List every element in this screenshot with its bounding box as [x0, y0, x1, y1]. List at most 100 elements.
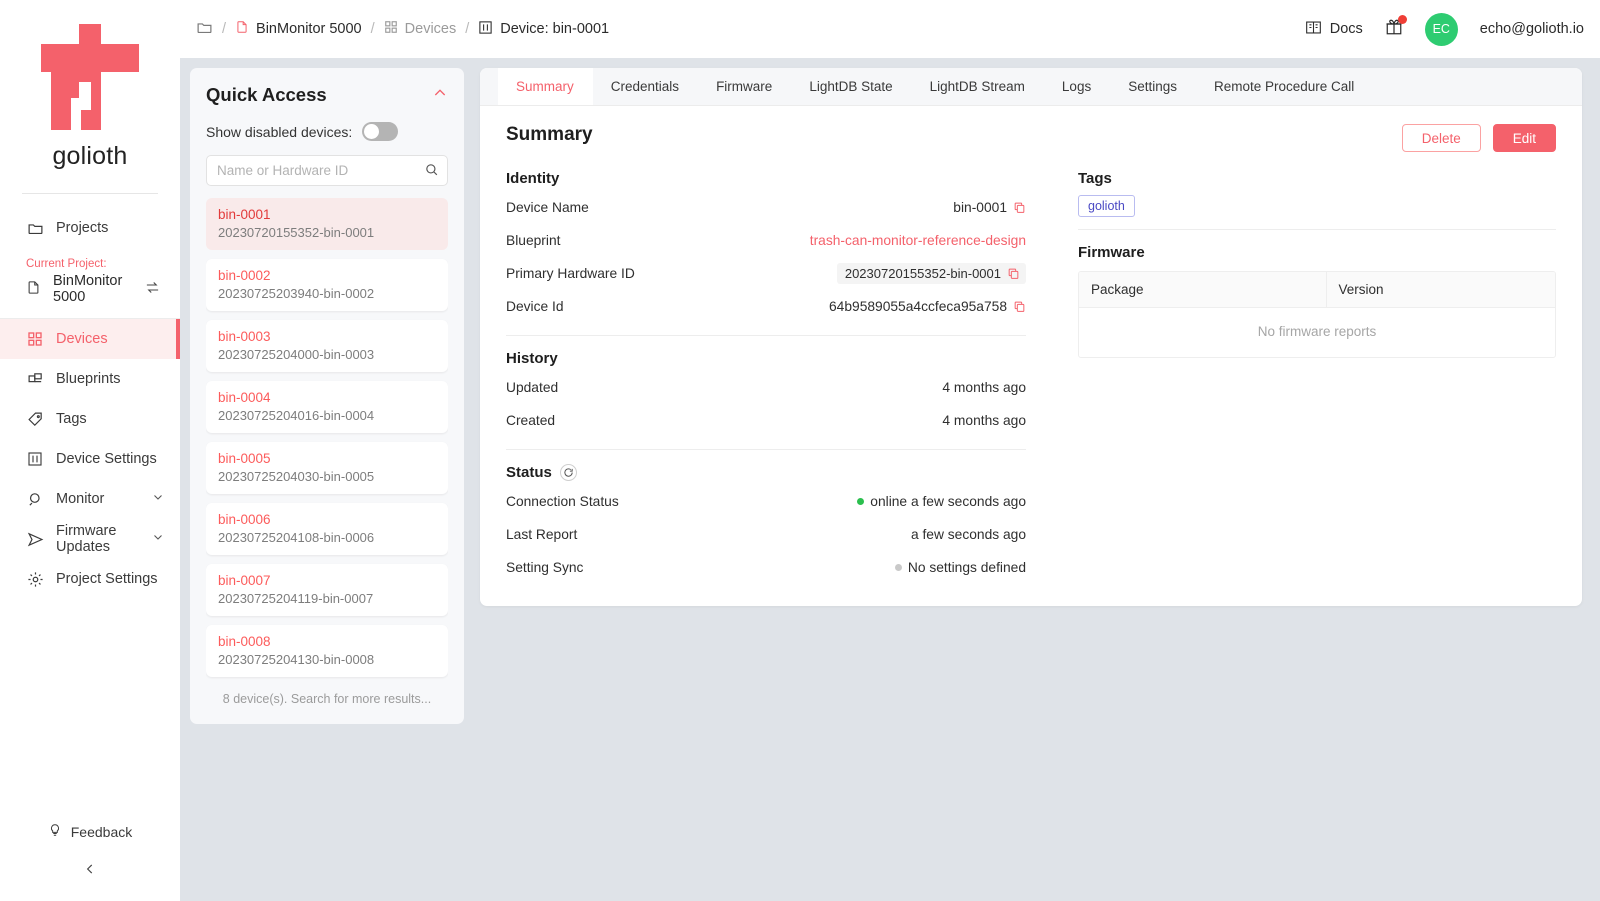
device-card[interactable]: bin-0005 20230725204030-bin-0005 — [206, 442, 448, 494]
swap-project-icon[interactable] — [145, 280, 160, 299]
current-project-row[interactable]: BinMonitor 5000 — [0, 272, 180, 306]
refresh-status-button[interactable] — [559, 464, 577, 481]
device-card-hardware-id: 20230725204016-bin-0004 — [218, 408, 375, 423]
device-icon — [478, 20, 493, 39]
device-name-value: bin-0001 — [953, 200, 1007, 215]
setting-sync-value-wrap: No settings defined — [894, 560, 1026, 575]
device-card-name: bin-0001 — [218, 207, 271, 222]
tag-icon — [26, 410, 44, 428]
tab-strip: Summary Credentials Firmware LightDB State L… — [480, 68, 1582, 106]
device-id-value: 64b9589055a4ccfeca95a758 — [829, 299, 1007, 314]
grid-icon — [384, 20, 398, 38]
book-icon — [1305, 20, 1322, 39]
current-project-label: Current Project: — [26, 258, 107, 270]
avatar[interactable]: EC — [1424, 12, 1458, 46]
search-icon[interactable] — [424, 162, 439, 182]
tag-badge[interactable]: golioth — [1078, 195, 1135, 217]
sidebar-item-project-settings[interactable]: Project Settings — [0, 559, 180, 599]
sidebar-item-firmware-updates[interactable]: Firmware Updates — [0, 519, 180, 559]
hardware-id-value: 20230720155352-bin-0001 — [844, 266, 1001, 281]
sidebar-item-device-settings[interactable]: Device Settings — [0, 439, 180, 479]
feedback-button[interactable]: Feedback — [0, 822, 180, 841]
summary-columns: Identity Device Name bin-0001 Blueprint … — [506, 170, 1556, 584]
search-input[interactable] — [206, 155, 448, 186]
hardware-id-value-wrap: 20230720155352-bin-0001 — [836, 263, 1026, 284]
device-card[interactable]: bin-0004 20230725204016-bin-0004 — [206, 381, 448, 433]
device-card[interactable]: bin-0003 20230725204000-bin-0003 — [206, 320, 448, 372]
edit-button[interactable]: Edit — [1492, 124, 1556, 152]
quick-access-panel: Quick Access Show disabled devices: Name… — [190, 68, 464, 724]
tab-firmware[interactable]: Firmware — [698, 68, 791, 105]
sidebar-item-label: Project Settings — [56, 571, 158, 587]
device-card-hardware-id: 20230725204119-bin-0007 — [218, 591, 374, 606]
quick-access-title: Quick Access — [206, 84, 327, 105]
breadcrumb-project[interactable]: BinMonitor 5000 — [235, 19, 362, 39]
document-icon — [235, 19, 249, 39]
copy-icon[interactable] — [1013, 201, 1026, 214]
tab-lightdb-state[interactable]: LightDB State — [791, 68, 911, 105]
tab-credentials[interactable]: Credentials — [593, 68, 698, 105]
tab-logs[interactable]: Logs — [1044, 68, 1110, 105]
sidebar-item-projects[interactable]: Projects — [0, 208, 180, 248]
device-card-hardware-id: 20230725204108-bin-0006 — [218, 530, 375, 545]
blueprint-link[interactable]: trash-can-monitor-reference-design — [810, 233, 1026, 248]
copy-icon[interactable] — [1007, 267, 1020, 280]
breadcrumb-devices[interactable]: Devices — [384, 20, 457, 38]
grid-icon — [26, 330, 44, 348]
current-project-name: BinMonitor 5000 — [53, 273, 123, 305]
history-heading: History — [506, 350, 558, 367]
tab-lightdb-stream[interactable]: LightDB Stream — [912, 68, 1044, 105]
delete-button[interactable]: Delete — [1401, 124, 1481, 152]
gift-button[interactable] — [1385, 14, 1407, 41]
device-card[interactable]: bin-0002 20230725203940-bin-0002 — [206, 259, 448, 311]
tab-summary[interactable]: Summary — [498, 68, 593, 105]
sidebar-item-tags[interactable]: Tags — [0, 399, 180, 439]
summary-left-column: Identity Device Name bin-0001 Blueprint … — [506, 170, 1052, 584]
updated-label: Updated — [506, 380, 559, 395]
gear-icon — [26, 570, 44, 588]
content-region: Quick Access Show disabled devices: Name… — [180, 58, 1600, 901]
summary-header: Summary Delete Edit — [506, 124, 1556, 152]
main-area: / BinMonitor 5000 / Devices / Device: bi… — [180, 0, 1600, 901]
docs-link[interactable]: Docs — [1305, 20, 1363, 39]
device-name-label: Device Name — [506, 200, 589, 215]
device-card[interactable]: bin-0001 20230720155352-bin-0001 — [206, 198, 448, 250]
brand-logo[interactable]: golioth — [0, 0, 180, 194]
sidebar-collapse-button[interactable] — [0, 862, 180, 881]
blueprint-value-wrap: trash-can-monitor-reference-design — [810, 233, 1026, 248]
left-sidebar: golioth Projects Current Project: BinMon… — [0, 0, 180, 901]
sidebar-item-devices[interactable]: Devices — [0, 319, 180, 359]
device-card[interactable]: bin-0008 20230725204130-bin-0008 — [206, 625, 448, 677]
device-name-value-wrap: bin-0001 — [953, 200, 1026, 215]
device-card-name: bin-0004 — [218, 390, 271, 405]
device-card-hardware-id: 20230720155352-bin-0001 — [218, 225, 375, 240]
user-email[interactable]: echo@golioth.io — [1480, 21, 1584, 37]
app-root: golioth Projects Current Project: BinMon… — [0, 0, 1600, 901]
breadcrumb-devices-label: Devices — [404, 21, 457, 37]
device-detail-card: Summary Credentials Firmware LightDB State L… — [480, 68, 1582, 606]
section-divider — [506, 449, 1026, 450]
device-card-name: bin-0007 — [218, 573, 271, 588]
sidebar-item-label: Firmware Updates — [56, 523, 117, 555]
device-card[interactable]: bin-0006 20230725204108-bin-0006 — [206, 503, 448, 555]
updated-row: Updated 4 months ago — [506, 371, 1026, 404]
copy-icon[interactable] — [1013, 300, 1026, 313]
tab-settings[interactable]: Settings — [1110, 68, 1196, 105]
chevron-down-icon — [152, 531, 164, 547]
sidebar-item-blueprints[interactable]: Blueprints — [0, 359, 180, 399]
device-card[interactable]: bin-0007 20230725204119-bin-0007 — [206, 564, 448, 616]
tags-heading: Tags — [1078, 170, 1112, 187]
status-heading-row: Status — [506, 464, 1026, 481]
quick-access-collapse-button[interactable] — [432, 85, 448, 106]
setting-sync-label: Setting Sync — [506, 560, 584, 575]
device-list: bin-0001 20230720155352-bin-0001 bin-0002 2… — [206, 198, 448, 686]
show-disabled-toggle[interactable] — [362, 122, 399, 141]
section-divider — [1078, 229, 1556, 230]
tab-remote-procedure-call[interactable]: Remote Procedure Call — [1196, 68, 1373, 105]
hardware-id-row: Primary Hardware ID 20230720155352-bin-0… — [506, 257, 1026, 290]
page-title: Summary — [506, 124, 593, 145]
sidebar-item-monitor[interactable]: Monitor — [0, 479, 180, 519]
sidebar-divider — [22, 193, 158, 194]
sidebar-item-label: Devices — [56, 331, 108, 347]
breadcrumb-root[interactable] — [196, 19, 213, 40]
